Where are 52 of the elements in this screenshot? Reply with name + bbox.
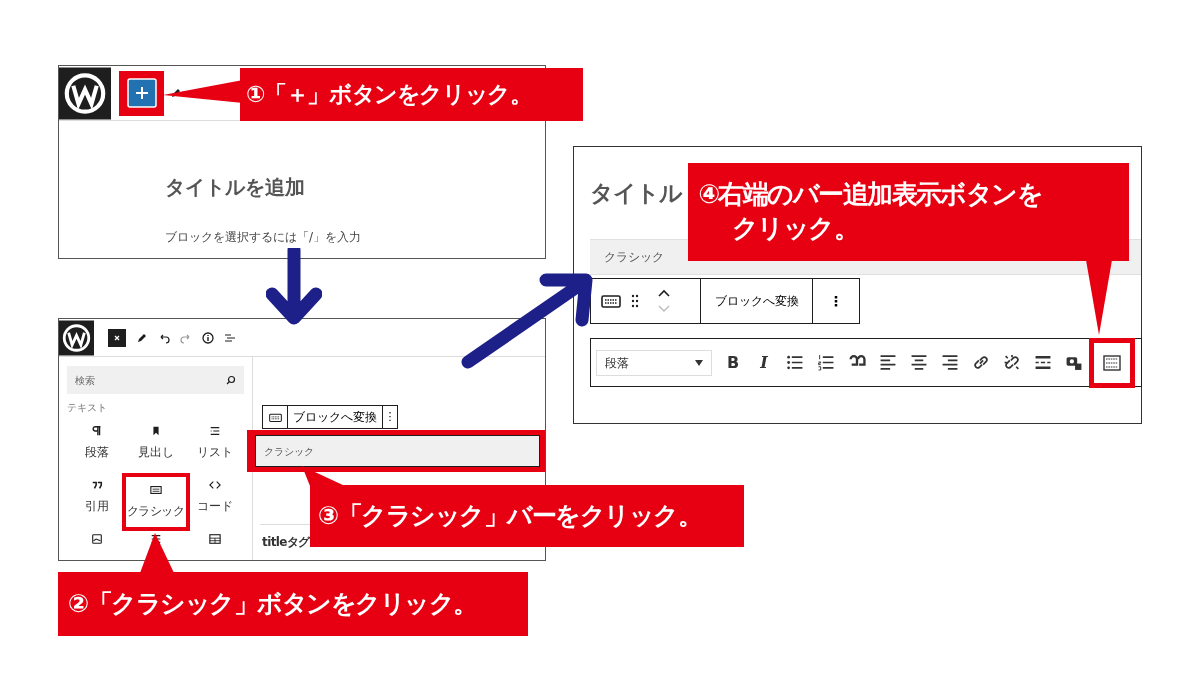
search-placeholder: 検索 xyxy=(75,373,95,388)
block-item[interactable]: リスト xyxy=(185,425,244,471)
close-button[interactable] xyxy=(108,328,126,347)
classic-block-icon xyxy=(149,484,162,496)
callout-text: ②「クラシック」ボタンをクリック。 xyxy=(68,587,477,620)
italic-button[interactable]: I xyxy=(754,350,774,375)
outline-icon[interactable] xyxy=(224,331,236,344)
link-icon[interactable] xyxy=(971,354,991,371)
search-field[interactable]: 検索 xyxy=(67,366,244,394)
keyboard-icon[interactable] xyxy=(601,293,621,309)
options-button[interactable]: ⋮ xyxy=(383,406,397,428)
code-icon xyxy=(208,479,221,491)
align-center-icon[interactable] xyxy=(909,354,929,371)
caret-icon xyxy=(695,359,703,366)
info-icon[interactable] xyxy=(202,331,214,344)
drag-handle-icon[interactable] xyxy=(631,294,639,308)
align-left-icon[interactable] xyxy=(878,354,898,371)
classic-bar[interactable]: クラシック xyxy=(255,435,540,467)
align-right-icon[interactable] xyxy=(940,354,960,371)
post-title[interactable]: タイトル xyxy=(590,173,683,213)
search-icon xyxy=(226,375,236,385)
logo-icon[interactable] xyxy=(59,319,94,357)
broken-link-icon[interactable] xyxy=(1002,354,1022,371)
numbered-list-icon[interactable] xyxy=(816,354,836,371)
title-placeholder[interactable]: タイトルを追加 xyxy=(165,175,545,200)
block-item[interactable]: 段落 xyxy=(67,425,126,471)
read-more-icon[interactable] xyxy=(1033,354,1053,371)
convert-button[interactable]: ブロックへ変換 xyxy=(288,406,383,428)
pencil-icon[interactable] xyxy=(136,331,148,344)
callout-text: クリック。 xyxy=(731,212,859,245)
convert-button[interactable]: ブロックへ変換 xyxy=(701,279,813,323)
logo-icon[interactable] xyxy=(59,65,111,121)
add-block-button[interactable] xyxy=(126,78,157,108)
paragraph-icon xyxy=(90,425,103,437)
block-item[interactable]: クラシック xyxy=(125,477,186,527)
image-icon[interactable] xyxy=(90,533,103,545)
list-icon xyxy=(208,425,221,437)
block-item[interactable]: コード xyxy=(185,479,244,525)
bullet-list-icon[interactable] xyxy=(785,354,805,371)
callout-text: ④右端のバー追加表示ボタンを xyxy=(698,178,1043,212)
options-button[interactable]: ⋮ xyxy=(813,279,859,323)
toolbar-toggle-icon[interactable] xyxy=(1103,354,1121,371)
callout-text: ①「＋」ボタンをクリック。 xyxy=(246,79,532,109)
category-label: テキスト xyxy=(67,401,108,415)
block-item[interactable]: 見出し xyxy=(126,425,185,471)
bold-button[interactable]: B xyxy=(723,350,743,375)
table-icon[interactable] xyxy=(208,533,221,545)
keyboard-icon xyxy=(268,411,282,423)
camera-icon[interactable] xyxy=(1064,354,1084,371)
block-item[interactable]: 引用 xyxy=(67,479,126,525)
format-select[interactable]: 段落 xyxy=(596,349,712,376)
block-hint: ブロックを選択するには「/」を入力 xyxy=(165,229,363,246)
